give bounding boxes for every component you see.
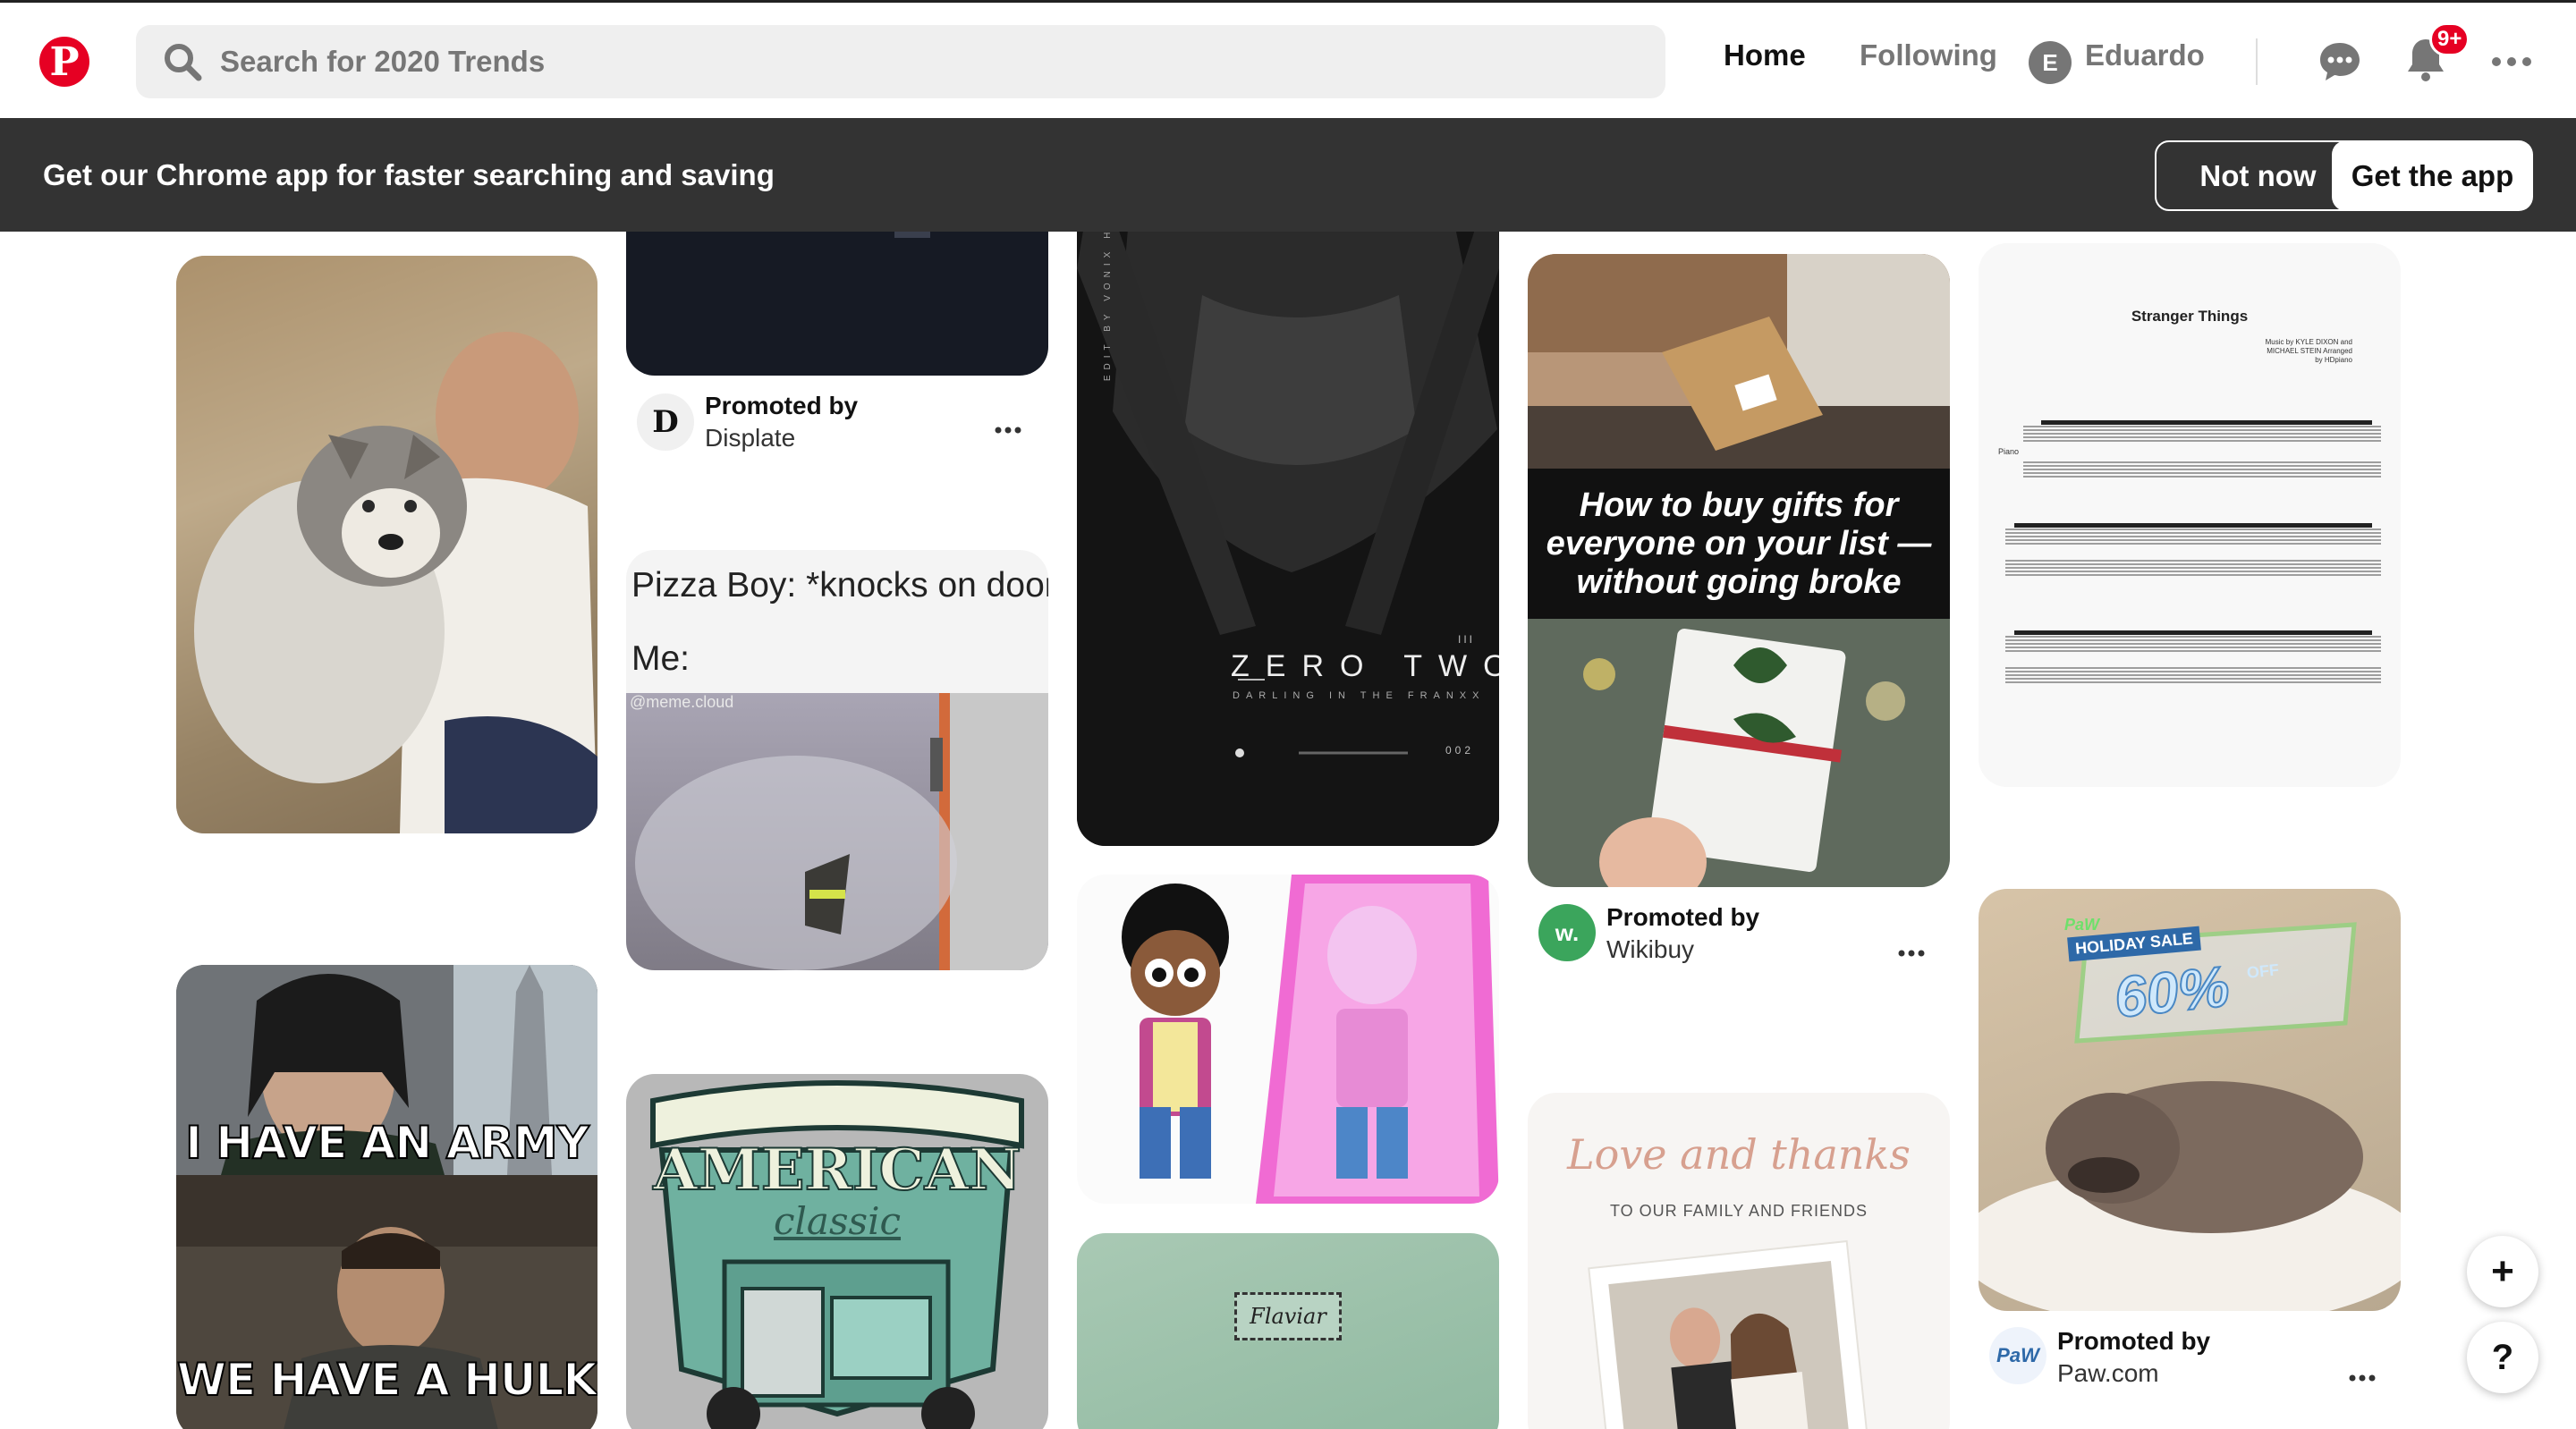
wikibuy-promo-text[interactable]: Promoted by Wikibuy: [1606, 901, 1759, 966]
pin-cartoon-characters[interactable]: [1077, 875, 1499, 1204]
displate-logo[interactable]: D: [637, 393, 694, 451]
american-title: AMERICAN: [652, 1136, 1022, 1205]
pin-more-icon[interactable]: [1898, 927, 1925, 965]
nav-home[interactable]: Home: [1724, 38, 1806, 72]
promoted-by-label: Promoted by: [705, 392, 859, 419]
logo-letter: P: [49, 39, 80, 85]
sheet-music-staves: [2005, 420, 2381, 683]
pin-loki-meme[interactable]: I HAVE AN ARMY WE HAVE A HULK: [176, 965, 597, 1429]
wikibuy-logo[interactable]: w.: [1538, 904, 1596, 961]
zero-two-art: [1077, 161, 1499, 846]
wedding-photo-art: [1588, 1239, 1870, 1429]
pizza-meme-line1: Pizza Boy: *knocks on door*: [631, 566, 1048, 605]
add-pin-button[interactable]: +: [2467, 1236, 2538, 1307]
zero-two-counter: 002: [1445, 744, 1475, 757]
get-the-app-button[interactable]: Get the app: [2332, 140, 2533, 211]
notifications-badge: 9+: [2429, 22, 2470, 56]
flaviar-label: Flaviar: [1234, 1292, 1342, 1340]
top-nav-bar: P Home Following E Eduardo 9+: [0, 0, 2576, 118]
pin-man-with-husky-art: [176, 256, 597, 833]
pin-zero-two[interactable]: ZERO TWO DARLING IN THE FRANXX EDIT BY V…: [1077, 161, 1499, 846]
cartoon-characters-art: [1122, 875, 1499, 1204]
advertiser-name: Paw.com: [2057, 1359, 2159, 1387]
nav-following[interactable]: Following: [1860, 38, 1997, 72]
loki-bottom-caption: WE HAVE A HULK: [176, 1353, 597, 1407]
american-classic-art: [650, 1080, 1024, 1429]
advertiser-name: Wikibuy: [1606, 935, 1695, 963]
promoted-by-label: Promoted by: [2057, 1327, 2211, 1355]
search-bar[interactable]: [136, 25, 1665, 98]
loki-top-caption: I HAVE AN ARMY: [184, 1116, 590, 1170]
banner-message: Get our Chrome app for faster searching …: [43, 157, 775, 191]
paw-promo-text[interactable]: Promoted by Paw.com: [2057, 1325, 2210, 1390]
more-options-icon[interactable]: [2488, 42, 2535, 81]
not-now-button[interactable]: Not now: [2155, 140, 2361, 211]
search-icon: [161, 40, 204, 83]
zero-two-mark: III: [1458, 633, 1476, 646]
displate-promo-text[interactable]: Promoted by Displate: [705, 390, 858, 454]
wikibuy-headline-band: How to buy gifts for everyone on your li…: [1528, 469, 1950, 619]
pin-pizza-meme[interactable]: Pizza Boy: *knocks on door* Me: @meme.cl…: [626, 550, 1048, 970]
paw-sale-art: [1979, 922, 2401, 1311]
paw-sale-discount: 60%: [2111, 953, 2233, 1031]
wikibuy-headline: How to buy gifts for everyone on your li…: [1546, 486, 1932, 601]
paw-logo[interactable]: PaW: [1989, 1327, 2046, 1384]
pin-wikibuy-image[interactable]: How to buy gifts for everyone on your li…: [1528, 254, 1950, 887]
nav-profile-name[interactable]: Eduardo: [2085, 38, 2205, 72]
promoted-by-label: Promoted by: [1606, 903, 1760, 931]
pinterest-logo-icon[interactable]: P: [39, 37, 89, 87]
zero-two-subtitle: DARLING IN THE FRANXX: [1233, 690, 1486, 701]
zero-two-side-text: EDIT BY VONIX HI: [1103, 218, 1114, 382]
pizza-meme-line2: Me:: [631, 639, 691, 678]
help-button[interactable]: ?: [2467, 1322, 2538, 1393]
pin-wedding-thanks[interactable]: Love and thanks TO OUR FAMILY AND FRIEND…: [1528, 1093, 1950, 1429]
search-input[interactable]: [220, 45, 1562, 79]
pin-paw-holiday-sale[interactable]: PaW HOLIDAY SALE 60% OFF: [1979, 889, 2401, 1311]
avatar[interactable]: E: [2029, 41, 2072, 84]
pin-flaviar[interactable]: Flaviar: [1077, 1233, 1499, 1429]
pin-sheet-music[interactable]: Stranger Things Music by KYLE DIXON and …: [1979, 243, 2401, 787]
pizza-meme-photo: [626, 693, 1048, 970]
pin-man-with-husky[interactable]: [176, 256, 597, 833]
pin-more-icon[interactable]: [2349, 1352, 2376, 1390]
zero-two-title: ZERO TWO: [1231, 649, 1499, 683]
messages-icon[interactable]: [2315, 37, 2365, 87]
paw-sale-brand: PaW: [2064, 916, 2100, 934]
pin-more-icon[interactable]: [995, 404, 1021, 442]
american-script: classic: [773, 1199, 902, 1243]
pizza-meme-watermark: @meme.cloud: [630, 693, 734, 711]
paw-sale-off: OFF: [2246, 960, 2280, 982]
nav-divider: [2256, 38, 2258, 85]
pizza-meme-photo-art: [635, 693, 1048, 970]
pin-american-classic[interactable]: AMERICAN classic: [626, 1074, 1048, 1429]
advertiser-name: Displate: [705, 424, 796, 452]
